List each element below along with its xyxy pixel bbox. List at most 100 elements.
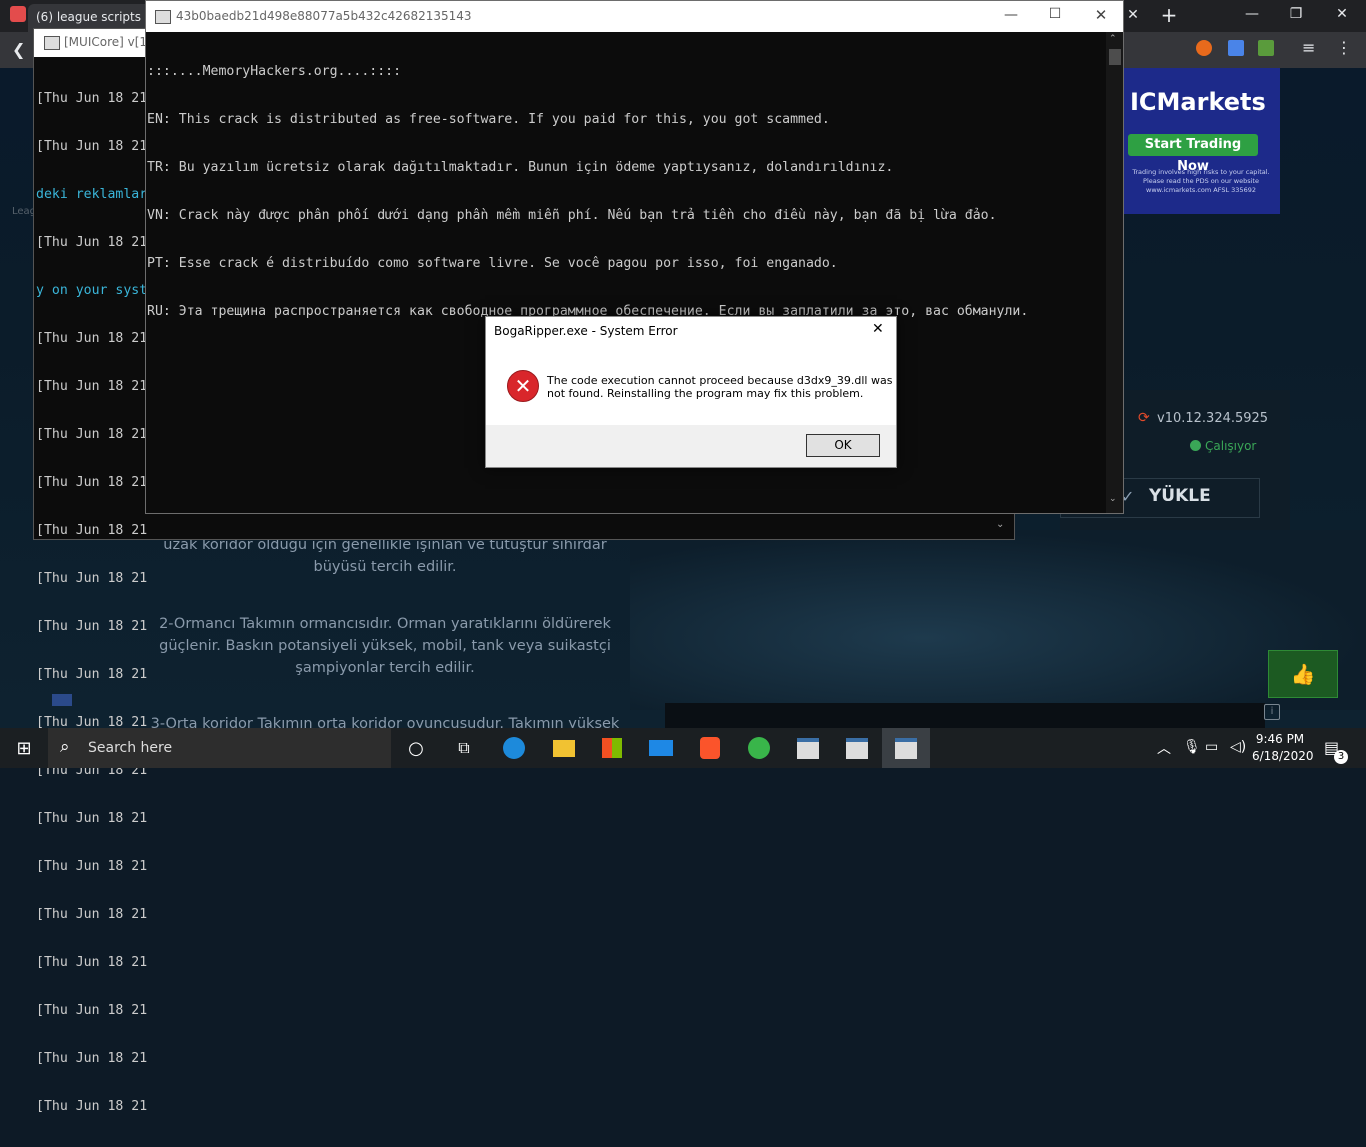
error-icon: ✕ bbox=[507, 370, 539, 402]
log-line: [Thu Jun 18 21 bbox=[36, 139, 148, 154]
console-main-log: :::....MemoryHackers.org....:::: EN: Thi… bbox=[147, 32, 1028, 352]
maximize-button[interactable]: ☐ bbox=[1045, 6, 1065, 22]
log-line: PT: Esse crack é distribuído como softwa… bbox=[147, 256, 838, 271]
paragraph-line: güçlenir. Baskın potansiyeli yüksek, mob… bbox=[159, 638, 611, 654]
store-icon[interactable] bbox=[588, 728, 636, 768]
network-icon[interactable]: ▭ bbox=[1205, 739, 1218, 755]
log-line: [Thu Jun 18 21 bbox=[36, 667, 148, 682]
info-icon[interactable]: i bbox=[1264, 704, 1280, 720]
ad-cta-button[interactable]: Start Trading Now bbox=[1128, 134, 1258, 174]
console-taskbar-icon[interactable] bbox=[784, 728, 832, 768]
tray-chevron-icon[interactable]: ︿ bbox=[1157, 738, 1171, 758]
log-line: [Thu Jun 18 21 bbox=[36, 811, 148, 826]
clock[interactable]: 9:46 PM 6/18/2020 bbox=[1252, 731, 1314, 765]
close-browser-button[interactable]: ✕ bbox=[1330, 6, 1354, 26]
log-line: [Thu Jun 18 21 bbox=[36, 1051, 148, 1066]
log-line: [Thu Jun 18 21 bbox=[36, 379, 148, 394]
mail-icon[interactable] bbox=[637, 728, 685, 768]
start-button[interactable]: ⊞ bbox=[0, 728, 48, 768]
log-line: y on your syst bbox=[36, 283, 148, 298]
clock-date: 6/18/2020 bbox=[1252, 749, 1314, 763]
log-line: [Thu Jun 18 21 bbox=[36, 859, 148, 874]
paragraph-line: 3-Orta koridor Takımın orta koridor oyun… bbox=[150, 716, 620, 728]
dialog-message: The code execution cannot proceed becaus… bbox=[547, 374, 892, 400]
menu-icon[interactable]: ⋮ bbox=[1336, 38, 1356, 58]
scroll-down-icon[interactable]: ⌄ bbox=[996, 519, 1010, 533]
log-line: [Thu Jun 18 21 bbox=[36, 91, 148, 106]
hero-background bbox=[630, 530, 1366, 710]
browser-tab-label: (6) league scripts qu bbox=[36, 10, 156, 24]
search-box[interactable]: ⌕ Search here bbox=[48, 728, 391, 768]
scroll-up-icon[interactable]: ⌃ bbox=[1109, 34, 1117, 44]
close-button[interactable]: ✕ bbox=[1091, 6, 1111, 24]
log-line: [Thu Jun 18 21 bbox=[36, 475, 148, 490]
log-line: deki reklamlar bbox=[36, 187, 148, 202]
log-line: [Thu Jun 18 21 bbox=[36, 523, 148, 538]
minimize-browser-button[interactable]: — bbox=[1240, 6, 1264, 26]
new-tab-button[interactable]: + bbox=[1158, 4, 1180, 26]
error-dialog[interactable]: BogaRipper.exe - System Error ✕ ✕ The co… bbox=[485, 316, 897, 468]
log-line: [Thu Jun 18 21 bbox=[36, 955, 148, 970]
minimize-button[interactable]: — bbox=[1001, 7, 1021, 23]
close-tab-icon[interactable]: ✕ bbox=[1122, 4, 1144, 26]
log-line: [Thu Jun 18 21 bbox=[36, 571, 148, 586]
task-view-icon[interactable]: ⧉ bbox=[440, 728, 488, 768]
thumbs-up-button[interactable]: 👍 bbox=[1268, 650, 1338, 698]
console-back-title: [MUICore] v[12 bbox=[64, 35, 155, 49]
log-line: VN: Crack này được phân phối dưới dạng p… bbox=[147, 208, 997, 223]
cortana-icon[interactable]: ○ bbox=[392, 728, 440, 768]
scrollbar[interactable]: ⌃ ⌄ bbox=[1106, 32, 1123, 513]
status-label: Çalışıyor bbox=[1205, 439, 1257, 453]
dialog-message-line: not found. Reinstalling the program may … bbox=[547, 387, 864, 400]
log-line: [Thu Jun 18 21 bbox=[36, 235, 148, 250]
back-icon[interactable]: ❮ bbox=[12, 40, 32, 60]
log-line: [Thu Jun 18 21 bbox=[36, 619, 148, 634]
scroll-thumb[interactable] bbox=[1109, 49, 1121, 65]
log-line: [Thu Jun 18 21 bbox=[36, 331, 148, 346]
console-back-log: [Thu Jun 18 21 [Thu Jun 18 21 deki rekla… bbox=[36, 59, 147, 1147]
log-line: EN: This crack is distributed as free-so… bbox=[147, 112, 830, 127]
log-line: TR: Bu yazılım ücretsiz olarak dağıtılma… bbox=[147, 160, 894, 175]
ad-banner[interactable]: ICMarkets Start Trading Now Trading invo… bbox=[1120, 68, 1280, 214]
console-icon bbox=[155, 10, 171, 24]
console-main-title: 43b0baedb21d498e88077a5b432c42682135143 bbox=[176, 9, 472, 23]
version-label: v10.12.324.5925 bbox=[1157, 411, 1269, 426]
log-line: [Thu Jun 18 21 bbox=[36, 907, 148, 922]
tab-favicon-icon bbox=[10, 6, 26, 22]
brave-icon[interactable] bbox=[686, 728, 734, 768]
notification-badge: 3 bbox=[1334, 750, 1348, 764]
extension-icon[interactable] bbox=[1196, 40, 1212, 56]
ad-disclaimer: Trading involves high risks to your capi… bbox=[1132, 168, 1270, 194]
extension-icon[interactable] bbox=[1258, 40, 1274, 56]
refresh-icon: ⟳ bbox=[1138, 410, 1150, 426]
console-taskbar-icon[interactable] bbox=[833, 728, 881, 768]
log-line: [Thu Jun 18 21 bbox=[36, 1099, 148, 1114]
log-line: [Thu Jun 18 21 bbox=[36, 1003, 148, 1018]
app-icon[interactable] bbox=[735, 728, 783, 768]
console-icon bbox=[44, 36, 60, 50]
clock-time: 9:46 PM bbox=[1255, 732, 1305, 746]
paragraph-line: büyüsü tercih edilir. bbox=[313, 559, 457, 575]
translate-icon[interactable] bbox=[1228, 40, 1244, 56]
ad-brand: ICMarkets bbox=[1130, 88, 1266, 116]
ok-button[interactable]: OK bbox=[806, 434, 880, 457]
status-dot-icon bbox=[1190, 440, 1201, 451]
paragraph-line: şampiyonlar tercih edilir. bbox=[295, 660, 475, 676]
reading-list-icon[interactable]: ≡ bbox=[1302, 38, 1322, 58]
bottom-bar bbox=[665, 703, 1265, 728]
dialog-close-button[interactable]: ✕ bbox=[872, 321, 884, 337]
scroll-down-icon[interactable]: ⌄ bbox=[1109, 494, 1117, 504]
console-main-titlebar[interactable]: 43b0baedb21d498e88077a5b432c42682135143 … bbox=[146, 1, 1123, 32]
microphone-icon[interactable]: 🎙 bbox=[1183, 739, 1201, 755]
log-line: [Thu Jun 18 21 bbox=[36, 427, 148, 442]
dialog-title: BogaRipper.exe - System Error bbox=[494, 324, 678, 338]
search-placeholder: Search here bbox=[88, 740, 173, 756]
edge-icon[interactable] bbox=[490, 728, 538, 768]
console-taskbar-icon-active[interactable] bbox=[882, 728, 930, 768]
dialog-message-line: The code execution cannot proceed becaus… bbox=[547, 374, 893, 387]
volume-icon[interactable]: ◁) bbox=[1230, 739, 1246, 755]
file-explorer-icon[interactable] bbox=[540, 728, 588, 768]
log-line: :::....MemoryHackers.org....:::: bbox=[147, 64, 402, 79]
restore-browser-button[interactable]: ❐ bbox=[1284, 6, 1308, 26]
load-button-label: YÜKLE bbox=[1149, 486, 1211, 506]
